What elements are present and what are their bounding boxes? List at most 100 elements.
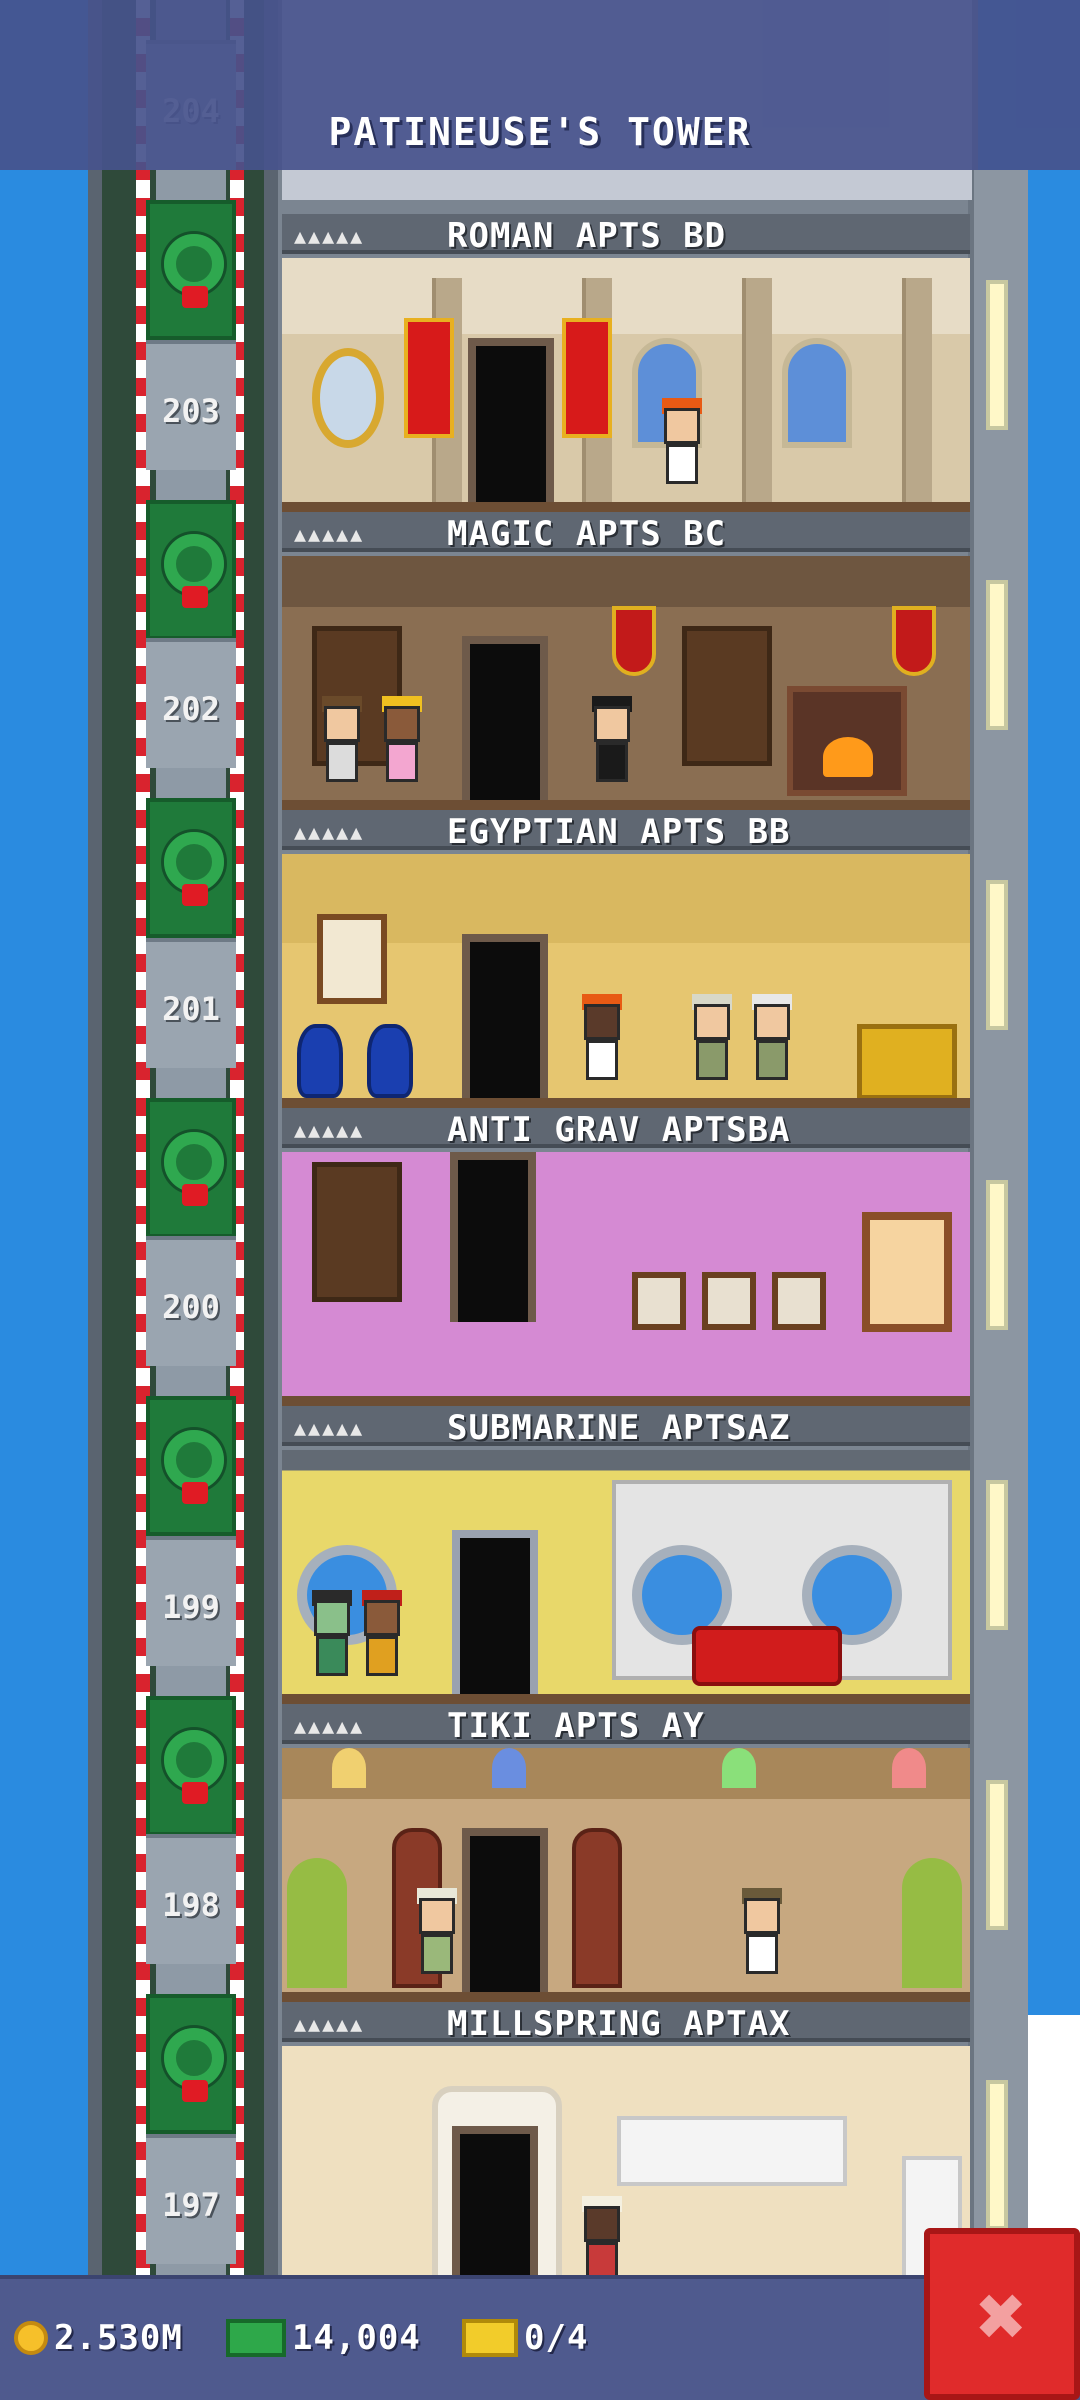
bitizen[interactable] [662,398,702,498]
bitizen[interactable] [362,1590,402,1690]
door[interactable] [452,1530,538,1704]
status-bar: 2.530M 14,004 0/4 [0,2275,1080,2400]
picture-frame [632,1272,686,1330]
ticket-icon [462,2319,518,2357]
door[interactable] [468,338,554,512]
room-interior [282,2046,970,2300]
bitizen[interactable] [382,696,422,796]
window [862,1212,952,1332]
floor-tiki-apts[interactable]: ▲▲▲▲▲ TIKI APTS AY [282,1704,970,2002]
floor-number: 199 [162,1588,220,1626]
door[interactable] [462,934,548,1108]
pillar-light [986,2080,1008,2230]
coin-icon [14,2321,48,2355]
bitizen[interactable] [752,994,792,1094]
tickets-value: 0/4 [524,2318,589,2358]
floor-number-cell: 198 [146,1834,236,1964]
bookshelf [682,626,772,766]
bitizen[interactable] [312,1590,352,1690]
bow-icon [182,2080,208,2102]
floor-magic-apts[interactable]: ▲▲▲▲▲ MAGIC APTS BC [282,512,970,810]
floor-header: ▲▲▲▲▲ EGYPTIAN APTS BB [282,810,970,852]
arched-window [782,338,852,448]
floor-number: 200 [162,1288,220,1326]
population-pips: ▲▲▲▲▲ [294,1118,365,1142]
floor-millspring-apts[interactable]: ▲▲▲▲▲ MILLSPRING APTAX [282,2002,970,2300]
room-interior [282,1748,970,2002]
floor-header: ▲▲▲▲▲ SUBMARINE APTSAZ [282,1406,970,1448]
pillar-light [986,1180,1008,1330]
elevator-wreath [146,798,236,938]
coins-value: 2.530M [54,2318,183,2358]
bitizen[interactable] [417,1888,457,1988]
bux-stat[interactable]: 14,004 [226,2313,421,2363]
population-pips: ▲▲▲▲▲ [294,2012,365,2036]
coins-stat[interactable]: 2.530M [14,2313,183,2363]
floor-number-cell: 203 [146,340,236,470]
plant [902,1858,962,1988]
floor-number-cell: 201 [146,938,236,1068]
column [902,278,932,512]
floor-name: TIKI APTS AY [447,1706,705,1746]
bux-value: 14,004 [292,2318,421,2358]
fireplace [787,686,907,796]
door[interactable] [462,1828,548,2002]
floor-submarine-apts[interactable]: ▲▲▲▲▲ SUBMARINE APTSAZ [282,1406,970,1704]
wreath-icon [164,1730,224,1790]
floor-number-cell: 200 [146,1236,236,1366]
mirror [312,348,384,448]
floor-name: MAGIC APTS BC [447,514,727,554]
elevator-wreath [146,1396,236,1536]
elevator-wreath [146,1098,236,1238]
floor-header: ▲▲▲▲▲ ANTI GRAV APTSBA [282,1108,970,1150]
close-icon: ✖ [976,2267,1028,2365]
wreath-icon [164,234,224,294]
elevator-wreath [146,1696,236,1836]
population-pips: ▲▲▲▲▲ [294,820,365,844]
floor-roman-apts[interactable]: ▲▲▲▲▲ ROMAN APTS BD [282,214,970,512]
close-button[interactable]: ✖ [924,2228,1080,2400]
floor-base [282,502,970,512]
pillar-light [986,880,1008,1030]
floor-number: 202 [162,690,220,728]
red-shield [612,606,656,676]
room-interior [282,854,970,1108]
bow-icon [182,1782,208,1804]
pillar-light [986,1780,1008,1930]
hanging-lamp [332,1748,366,1788]
tickets-stat[interactable]: 0/4 [462,2313,588,2363]
floor-base [282,1694,970,1704]
bow-icon [182,586,208,608]
floor-egyptian-apts[interactable]: ▲▲▲▲▲ EGYPTIAN APTS BB [282,810,970,1108]
floor-name: EGYPTIAN APTS BB [447,812,791,852]
floor-anti-grav-apts[interactable]: ▲▲▲▲▲ ANTI GRAV APTSBA [282,1108,970,1406]
elevator-wreath [146,1994,236,2134]
red-banner [404,318,454,438]
bux-icon [226,2319,286,2357]
bitizen[interactable] [742,1888,782,1988]
door[interactable] [450,1152,536,1322]
door[interactable] [462,636,548,810]
floor-header: ▲▲▲▲▲ TIKI APTS AY [282,1704,970,1746]
blue-vase [367,1024,413,1098]
red-banner [562,318,612,438]
bitizen[interactable] [582,994,622,1094]
pillar-light [986,280,1008,430]
floor-header: ▲▲▲▲▲ MILLSPRING APTAX [282,2002,970,2044]
red-sofa [692,1626,842,1686]
floor-number: 197 [162,2186,220,2224]
pillar-light [986,1480,1008,1630]
floor-base [282,1098,970,1108]
elevator-wreath [146,500,236,640]
floor-base [282,800,970,810]
door[interactable] [452,2126,538,2300]
floor-header: ▲▲▲▲▲ MAGIC APTS BC [282,512,970,554]
wreath-icon [164,2028,224,2088]
room-interior [282,1450,970,1704]
population-pips: ▲▲▲▲▲ [294,1416,365,1440]
bitizen[interactable] [592,696,632,796]
gold-chest [857,1024,957,1100]
bitizen[interactable] [322,696,362,796]
elevator-wreath [146,200,236,340]
bitizen[interactable] [692,994,732,1094]
